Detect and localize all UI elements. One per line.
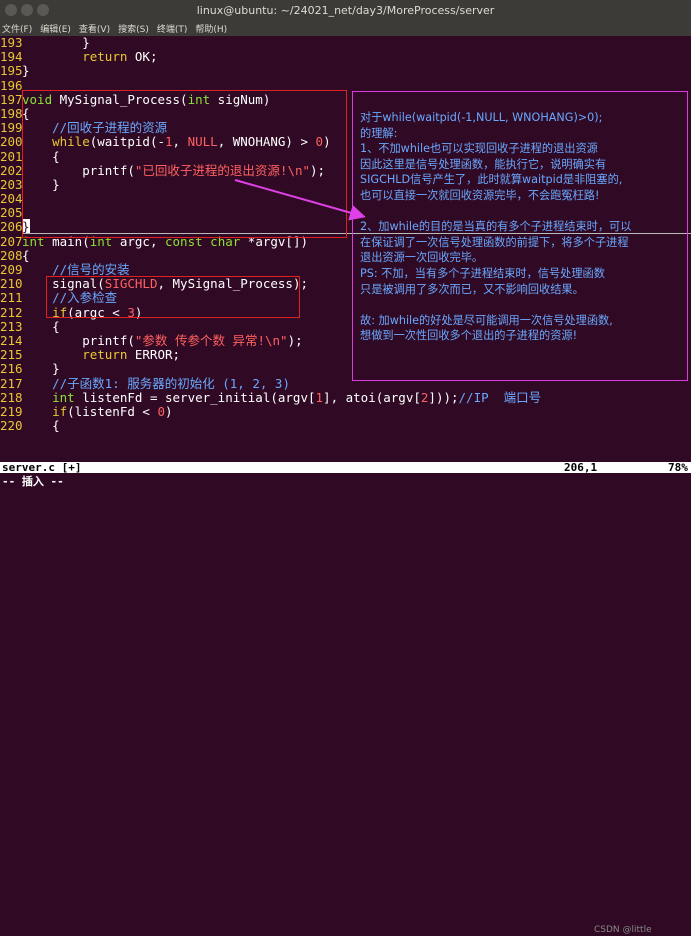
line-number: 202 <box>0 162 23 178</box>
line-number: 195 <box>0 63 23 79</box>
code-token: ) <box>165 403 173 419</box>
menu-terminal[interactable]: 终端(T) <box>157 22 188 35</box>
line-number: 215 <box>0 347 23 363</box>
annotation-line: PS: 不加，当有多个子进程结束时，信号处理函数 <box>360 266 605 280</box>
line-number: 213 <box>0 318 23 334</box>
line-number: 210 <box>0 276 23 292</box>
code-token: ); <box>287 332 303 348</box>
line-number: 205 <box>0 205 23 221</box>
annotation-line: 也可以直接一次就回收资源完毕，不会跑冤枉路! <box>360 188 600 202</box>
maximize-button[interactable] <box>37 4 49 16</box>
annotation-line: 故: 加while的好处是尽可能调用一次信号处理函数, <box>360 313 613 327</box>
annotation-line: SIGCHLD信号产生了，此时就算waitpid是非阻塞的, <box>360 173 623 187</box>
line-number: 196 <box>0 77 23 93</box>
line-number: 216 <box>0 361 23 377</box>
annotation-line <box>360 204 679 220</box>
window-titlebar: linux@ubuntu: ~/24021_net/day3/MoreProce… <box>0 0 691 20</box>
code-token: ERROR; <box>127 347 181 363</box>
code-token: (listenFd < <box>67 403 158 419</box>
annotation-line: 只是被调用了多次而已，又不影响回收结果。 <box>360 282 584 296</box>
line-number: 199 <box>0 120 23 136</box>
annotation-line: 2、加while的目的是当真的有多个子进程结束时，可以 <box>360 220 632 234</box>
annotation-line: 的理解: <box>360 126 398 140</box>
line-number: 206 <box>0 219 23 235</box>
annotation-line <box>360 297 679 313</box>
line-number: 200 <box>0 134 23 150</box>
menu-edit[interactable]: 编辑(E) <box>40 22 71 35</box>
code-token: 1 <box>315 389 324 405</box>
annotation-line: 在保证调了一次信号处理函数的前提下，将多个子进程 <box>360 235 629 249</box>
code-token: return <box>82 49 128 65</box>
annotation-line: 退出资源一次回收完毕。 <box>360 251 484 265</box>
menu-help[interactable]: 帮助(H) <box>195 22 227 35</box>
code-token: "参数 传参个数 异常!\n" <box>134 332 288 348</box>
code-token: listenFd = server_initial(argv[ <box>74 389 316 405</box>
code-token: //IP 端口号 <box>458 389 542 405</box>
code-token: //信号的安装 <box>22 262 130 277</box>
annotation-line: 想做到一次性回收多个退出的子进程的资源! <box>360 329 578 343</box>
menu-view[interactable]: 查看(V) <box>79 22 110 35</box>
line-number: 219 <box>0 403 23 419</box>
watermark: CSDN @little <box>594 925 652 935</box>
annotation-line: 因此这里是信号处理函数，能执行它，说明确实有 <box>360 157 607 171</box>
line-number: 212 <box>0 304 23 320</box>
line-number: 204 <box>0 191 23 207</box>
code-token: if <box>22 403 68 419</box>
vim-mode-indicator: -- 插入 -- <box>2 475 64 488</box>
menu-bar: 文件(F) 编辑(E) 查看(V) 搜索(S) 终端(T) 帮助(H) <box>0 20 691 36</box>
highlight-box-signal-install <box>46 276 300 318</box>
code-line[interactable]: 193 } <box>0 35 691 50</box>
status-percent: 78% <box>668 461 688 474</box>
line-number: 220 <box>0 418 23 434</box>
code-token: { <box>22 318 60 334</box>
code-line[interactable]: 194 return OK; <box>0 49 691 65</box>
code-token: ])); <box>428 389 459 405</box>
line-number: 201 <box>0 148 23 164</box>
menu-file[interactable]: 文件(F) <box>2 22 32 35</box>
code-line[interactable]: 195} <box>0 64 691 78</box>
status-filename: server.c [+] <box>2 461 82 474</box>
code-token: { <box>22 247 30 263</box>
code-token: } <box>22 361 60 377</box>
line-number: 217 <box>0 375 23 391</box>
code-token: return <box>22 347 128 363</box>
code-line[interactable]: 219 if(listenFd < 0) <box>0 403 691 419</box>
menu-search[interactable]: 搜索(S) <box>118 22 149 35</box>
line-number: 218 <box>0 389 23 405</box>
highlight-box-signal-handler <box>22 90 347 238</box>
code-line[interactable]: 220 { <box>0 418 691 434</box>
line-number: 208 <box>0 247 23 263</box>
line-number: 197 <box>0 91 23 107</box>
window-title: linux@ubuntu: ~/24021_net/day3/MoreProce… <box>196 3 495 17</box>
code-token: } <box>22 35 90 50</box>
close-button[interactable] <box>5 4 17 16</box>
code-token: } <box>22 63 30 79</box>
code-line[interactable]: 218 int listenFd = server_initial(argv[1… <box>0 389 691 405</box>
annotation-line: 1、不加while也可以实现回收子进程的退出资源 <box>360 142 598 156</box>
annotation-box: 对于while(waitpid(-1,NULL, WNOHANG)>0); 的理解… <box>352 91 688 381</box>
line-number: 209 <box>0 262 23 277</box>
annotation-line: 对于while(waitpid(-1,NULL, WNOHANG)>0); <box>360 111 603 124</box>
code-token: { <box>22 418 60 434</box>
code-token: 0 <box>157 403 165 419</box>
line-number: 211 <box>0 290 23 306</box>
line-number: 193 <box>0 35 23 50</box>
code-token: int <box>22 389 75 405</box>
line-number: 198 <box>0 105 23 121</box>
status-cursor-position: 206,1 <box>564 461 598 474</box>
code-token: OK; <box>127 49 158 65</box>
line-number: 203 <box>0 176 23 192</box>
code-token: ], atoi(argv[ <box>323 389 421 405</box>
line-number: 207 <box>0 233 23 249</box>
minimize-button[interactable] <box>21 4 33 16</box>
line-number: 194 <box>0 49 23 65</box>
code-token: //子函数1: 服务器的初始化 (1, 2, 3) <box>22 375 290 391</box>
code-token: printf( <box>22 332 135 348</box>
line-number: 214 <box>0 332 23 348</box>
vim-status-bar: server.c [+] 206,1 CSDN @little 78% <box>0 461 691 935</box>
